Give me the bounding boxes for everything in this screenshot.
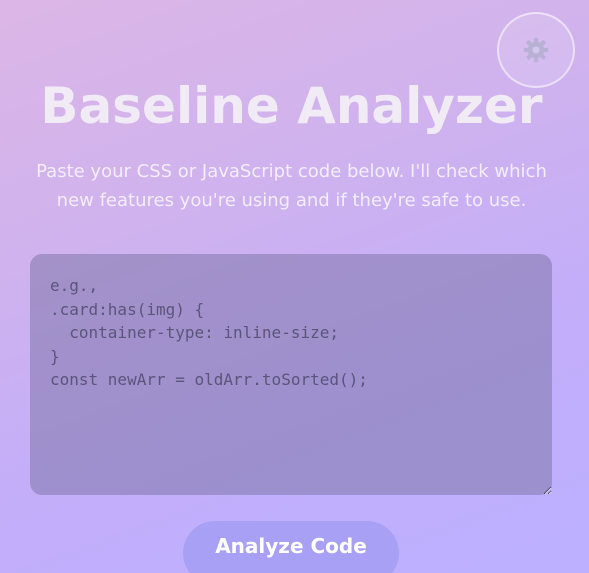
gear-icon bbox=[523, 37, 549, 63]
analyze-code-button[interactable]: Analyze Code bbox=[183, 521, 399, 573]
page-title: Baseline Analyzer bbox=[40, 77, 543, 135]
page-subtitle: Paste your CSS or JavaScript code below.… bbox=[36, 161, 547, 211]
code-input[interactable] bbox=[30, 254, 552, 495]
